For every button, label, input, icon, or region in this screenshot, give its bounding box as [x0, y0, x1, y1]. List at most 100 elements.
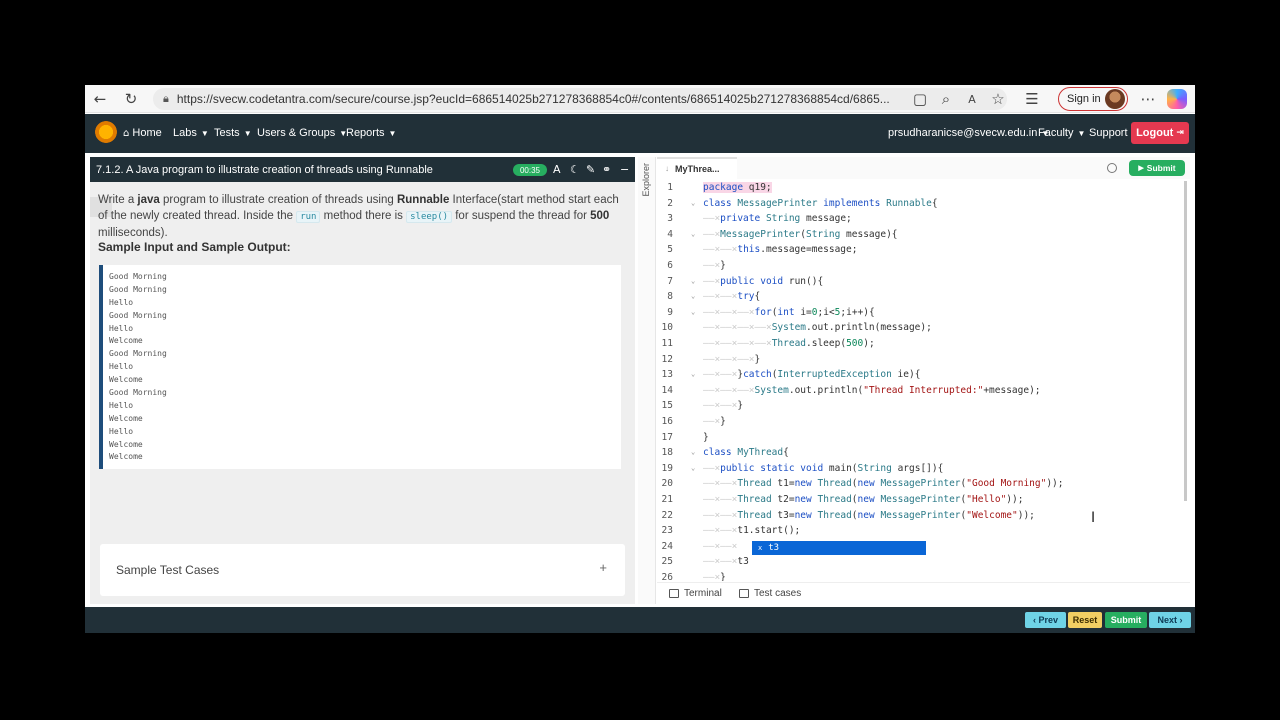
fold-chevron-icon[interactable]: ⌄ — [691, 305, 695, 321]
code-text: ——×——×——×——×Thread.sleep(500); — [703, 338, 875, 349]
tab-terminal[interactable]: Terminal — [669, 588, 722, 599]
code-line: 9 ⌄ ——×——×——×for(int i=0;i<5;i++){ — [657, 305, 1188, 321]
caret-down-icon: ▼ — [388, 129, 397, 138]
focus-icon[interactable] — [1107, 163, 1117, 173]
fold-chevron-icon[interactable]: ⌄ — [691, 196, 695, 212]
nav-home[interactable]: ⌂ Home — [123, 127, 162, 139]
zoom-icon[interactable]: ⌕ — [935, 88, 957, 110]
nav-tests[interactable]: Tests ▼ — [214, 127, 252, 139]
sample-io-title: Sample Input and Sample Output: — [98, 240, 291, 254]
autocomplete-item[interactable]: x t3 — [752, 541, 926, 555]
minimize-icon[interactable]: − — [620, 163, 629, 176]
nav-home-label: Home — [132, 127, 162, 139]
code-text: ——×private String message; — [703, 213, 852, 225]
read-aloud-icon[interactable]: A — [961, 88, 983, 110]
desc-text: milliseconds). — [98, 227, 168, 239]
submit-button[interactable]: Submit — [1105, 612, 1147, 628]
nav-reports[interactable]: Reports ▼ — [346, 127, 396, 139]
code-text: ——×——×——×} — [703, 353, 761, 365]
code-line: 20 ——×——×Thread t1=new Thread(new Message… — [657, 476, 1188, 492]
code-line: 19 ⌄ ——×public static void main(String arg… — [657, 461, 1188, 477]
reset-button[interactable]: Reset — [1068, 612, 1102, 628]
nav-support[interactable]: Support — [1089, 127, 1128, 139]
code-text: ——×public void run(){ — [703, 275, 824, 287]
dark-mode-icon[interactable]: ☾ — [570, 163, 580, 176]
line-number: 24 — [661, 540, 673, 552]
nav-labs[interactable]: Labs ▼ — [173, 127, 209, 139]
desc-bold: java — [137, 194, 160, 206]
code-text: ——×——×t3 — [703, 556, 749, 568]
more-options-icon[interactable]: ⋯ — [1137, 88, 1159, 110]
fold-chevron-icon[interactable]: ⌄ — [691, 461, 695, 477]
caret-down-icon: ▼ — [200, 129, 209, 138]
line-number: 22 — [661, 509, 673, 521]
favorites-list-icon[interactable]: ☰ — [1021, 88, 1043, 110]
code-text: class MyThread{ — [703, 447, 789, 459]
code-text: ——×——×}catch(InterruptedException ie){ — [703, 369, 921, 381]
code-line: 6 ——×} — [657, 258, 1188, 274]
code-text: ——×——×try{ — [703, 291, 761, 303]
line-number: 6 — [667, 260, 673, 271]
fold-chevron-icon[interactable]: ⌄ — [691, 445, 695, 461]
app-logo[interactable] — [95, 121, 117, 143]
editor-scrollbar[interactable] — [1184, 181, 1187, 501]
browser-window: ← ↻ 🔒︎ https://svecw.codetantra.com/secu… — [85, 85, 1195, 633]
fold-chevron-icon[interactable]: ⌄ — [691, 227, 695, 243]
reload-icon[interactable]: ↻ — [120, 88, 142, 110]
code-editor[interactable]: 1 package q19; 2 ⌄ class MessagePrinter impl… — [657, 180, 1188, 581]
address-bar[interactable]: 🔒︎ https://svecw.codetantra.com/secure/c… — [153, 88, 1007, 110]
code-line: 14 ——×——×——×System.out.println("Thread In… — [657, 383, 1188, 399]
editor-bottom-tabs: Terminal Test cases — [657, 582, 1190, 603]
nav-faculty-label: Faculty — [1038, 127, 1074, 139]
next-button[interactable]: Next › — [1149, 612, 1191, 628]
sample-output-list: Good Morning Good Morning Hello Good Mornin… — [103, 265, 621, 464]
code-text: } — [703, 431, 709, 443]
edit-icon[interactable]: ✎ — [586, 163, 595, 176]
fold-chevron-icon[interactable]: ⌄ — [691, 367, 695, 383]
expand-icon[interactable]: + — [599, 560, 607, 575]
explorer-label[interactable]: Explorer — [641, 163, 651, 197]
explorer-sidebar[interactable] — [638, 157, 656, 604]
line-number: 11 — [661, 338, 673, 349]
test-cases-icon — [739, 589, 749, 598]
code-text: class MessagePrinter implements Runnable… — [703, 197, 938, 209]
url-text: https://svecw.codetantra.com/secure/cour… — [176, 92, 890, 106]
code-chip: run — [296, 211, 321, 223]
copilot-icon[interactable] — [1167, 89, 1187, 109]
user-email: prsudharanicse@svecw.edu.in — [888, 127, 1038, 139]
line-number: 7 — [667, 275, 673, 287]
editor-submit-button[interactable]: ▶ Submit — [1129, 160, 1185, 176]
tab-file[interactable]: ↓ MyThrea... — [657, 157, 737, 179]
logout-button[interactable]: Logout ⇥ — [1131, 122, 1189, 144]
reader-icon[interactable]: ▢ — [909, 88, 931, 110]
code-line: 11 ——×——×——×——×Thread.sleep(500); — [657, 336, 1188, 352]
back-icon[interactable]: ← — [89, 88, 111, 110]
sign-in-button[interactable]: Sign in — [1058, 87, 1128, 111]
line-number: 16 — [661, 416, 673, 427]
nav-faculty[interactable]: Faculty ▼ — [1038, 127, 1085, 139]
link-icon[interactable]: ⚭ — [602, 163, 611, 176]
code-line: 13 ⌄ ——×——×}catch(InterruptedException ie)… — [657, 367, 1188, 383]
sample-output-line: Good Morning — [109, 284, 167, 294]
nav-user-menu[interactable]: prsudharanicse@svecw.edu.in ▼ — [888, 127, 1049, 139]
line-number: 20 — [661, 478, 673, 490]
favorite-icon[interactable]: ☆ — [987, 88, 1009, 110]
sample-test-cases-label: Sample Test Cases — [116, 563, 220, 577]
sample-output-line: Hello — [109, 323, 134, 333]
code-line: 21 ——×——×Thread t2=new Thread(new Message… — [657, 492, 1188, 508]
prev-button[interactable]: ‹ Prev — [1025, 612, 1066, 628]
sample-test-cases-panel[interactable]: Sample Test Cases + — [100, 544, 625, 596]
nav-users-groups[interactable]: Users & Groups ▼ — [257, 127, 347, 139]
code-text: package q19; — [703, 182, 772, 193]
nav-reports-label: Reports — [346, 127, 385, 139]
browser-toolbar: ← ↻ 🔒︎ https://svecw.codetantra.com/secu… — [85, 85, 1195, 113]
code-line: 1 package q19; — [657, 180, 1188, 196]
line-number: 19 — [661, 462, 673, 474]
fold-chevron-icon[interactable]: ⌄ — [691, 289, 695, 305]
fold-chevron-icon[interactable]: ⌄ — [691, 274, 695, 290]
tab-test-cases[interactable]: Test cases — [739, 588, 801, 599]
sample-output-line: Hello — [109, 362, 134, 372]
font-size-icon[interactable]: A — [553, 163, 561, 176]
line-number: 10 — [661, 322, 673, 334]
editor-tab-bar: ↓ MyThrea... ▶ Submit — [657, 157, 1190, 179]
